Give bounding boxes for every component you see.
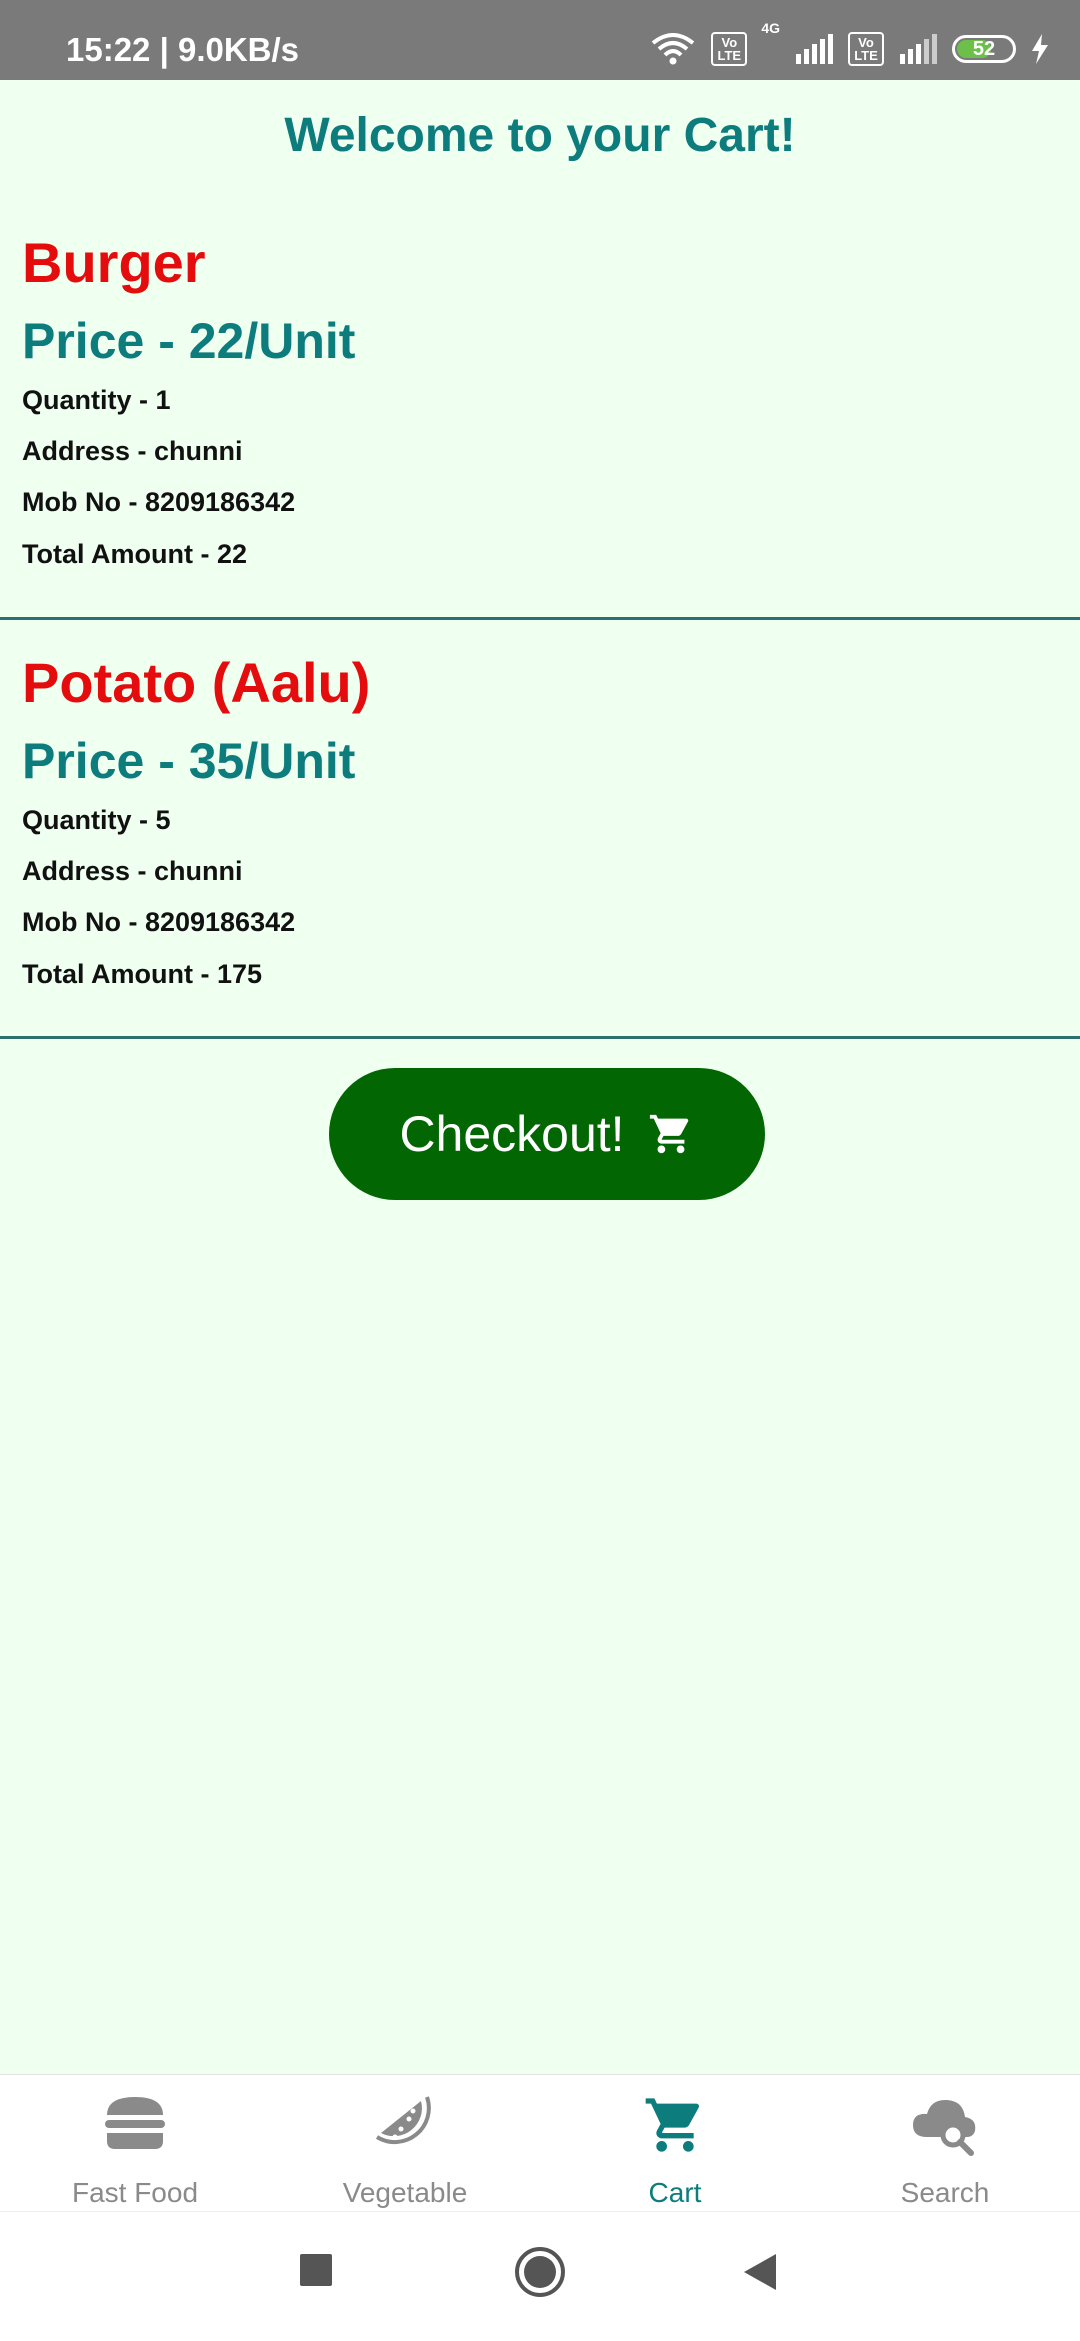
- item-quantity: Quantity - 5: [22, 805, 171, 835]
- nav-cart[interactable]: Cart: [540, 2075, 810, 2212]
- battery-level: 52: [972, 37, 996, 60]
- charging-icon: [1032, 34, 1048, 64]
- volte-badge-2: Vo LTE: [848, 32, 884, 66]
- recents-icon[interactable]: [298, 2252, 334, 2288]
- burger-icon: [105, 2097, 165, 2149]
- status-time-speed: 15:22 | 9.0KB/s: [66, 31, 300, 68]
- signal-icon: [796, 34, 833, 64]
- status-icons: Vo LTE 4G Vo LTE 52: [649, 0, 1050, 80]
- nav-label: Cart: [648, 2177, 702, 2208]
- item-divider: [0, 617, 1080, 620]
- signal-icon-2: [900, 34, 937, 64]
- wifi-icon: [652, 33, 695, 65]
- nav-label: Search: [900, 2177, 990, 2208]
- back-icon[interactable]: [742, 2252, 778, 2292]
- checkout-label: Checkout!: [399, 1106, 625, 1162]
- page-title: Welcome to your Cart!: [284, 109, 796, 162]
- nav-label: Fast Food: [71, 2177, 199, 2208]
- item-price: Price - 35/Unit: [22, 733, 356, 789]
- item-total: Total Amount - 175: [22, 959, 263, 989]
- nav-vegetable[interactable]: Vegetable: [270, 2075, 540, 2212]
- item-total: Total Amount - 22: [22, 539, 247, 569]
- nav-label: Vegetable: [342, 2177, 468, 2208]
- watermelon-icon: [375, 2096, 431, 2145]
- system-nav-bar: [0, 2211, 1080, 2341]
- item-divider: [0, 1036, 1080, 1039]
- cart-icon: [649, 1114, 688, 1154]
- checkout-button[interactable]: Checkout!: [329, 1068, 765, 1200]
- volte-badge: Vo LTE: [711, 32, 748, 66]
- cloud-search-icon: [913, 2099, 976, 2156]
- item-mobile: Mob No - 8209186342: [22, 487, 296, 517]
- home-icon[interactable]: [514, 2246, 566, 2298]
- nav-search[interactable]: Search: [810, 2075, 1080, 2212]
- item-name: Potato (Aalu): [22, 651, 371, 714]
- nav-fast-food[interactable]: Fast Food: [0, 2075, 270, 2212]
- cart-icon: [645, 2098, 700, 2152]
- item-name: Burger: [22, 231, 206, 294]
- item-price: Price - 22/Unit: [22, 313, 356, 369]
- bottom-nav: Fast Food Vegetable Cart Search: [0, 2074, 1080, 2212]
- item-address: Address - chunni: [22, 856, 243, 886]
- battery-icon: 52: [952, 35, 1016, 63]
- item-quantity: Quantity - 1: [22, 385, 171, 415]
- item-mobile: Mob No - 8209186342: [22, 907, 296, 937]
- item-address: Address - chunni: [22, 436, 243, 466]
- network-type: 4G: [761, 20, 780, 36]
- status-bar: 15:22 | 9.0KB/s Vo LTE 4G Vo LTE 52: [0, 0, 1080, 80]
